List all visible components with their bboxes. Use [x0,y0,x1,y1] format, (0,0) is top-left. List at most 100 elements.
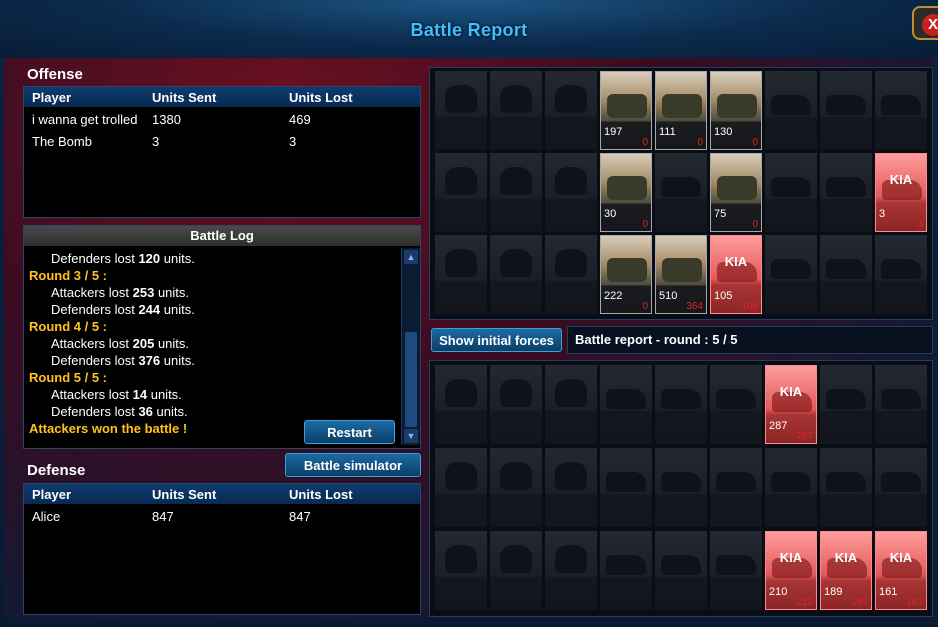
log-text: units. [147,387,182,402]
unit-slot-empty[interactable] [490,235,542,314]
unit-slot-empty[interactable] [435,448,487,527]
vehicle-icon [881,389,921,409]
vehicle-icon [826,95,866,115]
vehicle-icon [606,472,646,492]
unit-slot-empty[interactable] [710,448,762,527]
unit-slot-empty[interactable] [490,531,542,610]
vehicle-icon [881,95,921,115]
unit-slot-empty[interactable] [435,531,487,610]
defense-unit-grid: KIA 287 287 KIA 210 210 KIA 189 189 KIA 161 161 [429,360,933,617]
unit-slot-empty[interactable] [490,365,542,444]
unit-slot-empty[interactable] [710,365,762,444]
scroll-thumb[interactable] [405,332,417,427]
unit-slot[interactable]: 510 364 [655,235,707,314]
unit-slot-empty[interactable] [765,235,817,314]
unit-slot-empty[interactable] [655,365,707,444]
unit-slot-empty[interactable] [435,71,487,150]
unit-slot[interactable]: 130 0 [710,71,762,150]
infantry-icon [555,249,587,277]
unit-slot-empty[interactable] [655,448,707,527]
unit-slot-empty[interactable] [765,153,817,232]
log-loss-line: Attackers lost 14 units. [51,387,182,402]
unit-slot-empty[interactable] [655,153,707,232]
unit-slot-empty[interactable] [435,365,487,444]
unit-slot-empty[interactable] [820,153,872,232]
unit-lost-count: 287 [796,431,813,442]
log-loss-count: 253 [132,285,155,300]
unit-slot-kia[interactable]: KIA 189 189 [820,531,872,610]
unit-slot-empty[interactable] [765,448,817,527]
unit-slot-empty[interactable] [545,235,597,314]
unit-slot[interactable]: 75 0 [710,153,762,232]
unit-slot-kia[interactable]: KIA 3 3 [875,153,927,232]
unit-lost-count: 0 [697,137,703,148]
log-text: units. [154,285,190,300]
unit-slot[interactable]: 197 0 [600,71,652,150]
unit-lost-count: 0 [642,137,648,148]
unit-slot-kia[interactable]: KIA 161 161 [875,531,927,610]
unit-slot-empty[interactable] [875,448,927,527]
unit-slot-empty[interactable] [435,153,487,232]
unit-slot-empty[interactable] [820,235,872,314]
unit-lost-count: 3 [917,219,923,230]
offense-units-sent: 3 [152,134,160,149]
vehicle-icon [881,259,921,279]
scroll-down-icon[interactable]: ▼ [404,429,418,443]
unit-slot-empty[interactable] [600,365,652,444]
vehicle-icon [826,389,866,409]
show-initial-forces-button[interactable]: Show initial forces [431,328,562,352]
battle-log-scrollbar[interactable]: ▲ ▼ [401,248,420,445]
round-status: Battle report - round : 5 / 5 [567,326,933,354]
unit-slot-empty[interactable] [545,71,597,150]
vehicle-icon [771,177,811,197]
scroll-up-icon[interactable]: ▲ [404,250,418,264]
unit-slot-empty[interactable] [655,531,707,610]
unit-slot-kia[interactable]: KIA 105 105 [710,235,762,314]
column-units-lost: Units Lost [289,487,353,502]
unit-slot-empty[interactable] [710,531,762,610]
unit-slot[interactable]: 222 0 [600,235,652,314]
unit-count: 3 [879,208,886,220]
unit-slot-empty[interactable] [820,448,872,527]
log-loss-count: 14 [132,387,148,402]
unit-slot-kia[interactable]: KIA 287 287 [765,365,817,444]
unit-slot-empty[interactable] [820,365,872,444]
unit-slot-empty[interactable] [875,235,927,314]
unit-slot-empty[interactable] [490,153,542,232]
unit-slot-empty[interactable] [435,235,487,314]
unit-slot-empty[interactable] [545,153,597,232]
unit-slot-empty[interactable] [875,365,927,444]
offense-unit-grid: 197 0 111 0 130 0 30 0 75 0 KIA 3 3 222 0 510 364 KIA 105 1… [429,67,933,320]
offense-units-lost: 3 [289,134,297,149]
unit-slot-empty[interactable] [545,448,597,527]
kia-label: KIA [889,172,913,187]
vehicle-icon [607,258,647,282]
vehicle-icon [716,555,756,575]
unit-slot[interactable]: 111 0 [655,71,707,150]
unit-slot-empty[interactable] [600,531,652,610]
vehicle-icon [771,259,811,279]
vehicle-icon [716,472,756,492]
battle-simulator-button[interactable]: Battle simulator [285,453,421,477]
vehicle-icon [771,472,811,492]
unit-slot[interactable]: 30 0 [600,153,652,232]
unit-slot-empty[interactable] [545,531,597,610]
log-round-header: Round 3 / 5 : [29,268,107,283]
unit-slot-empty[interactable] [600,448,652,527]
close-button[interactable]: X [912,6,938,40]
unit-slot-empty[interactable] [490,448,542,527]
unit-slot-empty[interactable] [545,365,597,444]
vehicle-icon [661,472,701,492]
log-loss-count: 120 [138,251,161,266]
log-loss-count: 36 [138,404,153,419]
unit-slot-empty[interactable] [820,71,872,150]
kia-label: KIA [889,550,913,565]
log-loss-count: 205 [132,336,155,351]
unit-slot-empty[interactable] [875,71,927,150]
log-text: units. [152,404,188,419]
unit-count: 111 [659,126,676,138]
restart-button[interactable]: Restart [304,420,395,444]
unit-slot-kia[interactable]: KIA 210 210 [765,531,817,610]
unit-slot-empty[interactable] [765,71,817,150]
unit-slot-empty[interactable] [490,71,542,150]
